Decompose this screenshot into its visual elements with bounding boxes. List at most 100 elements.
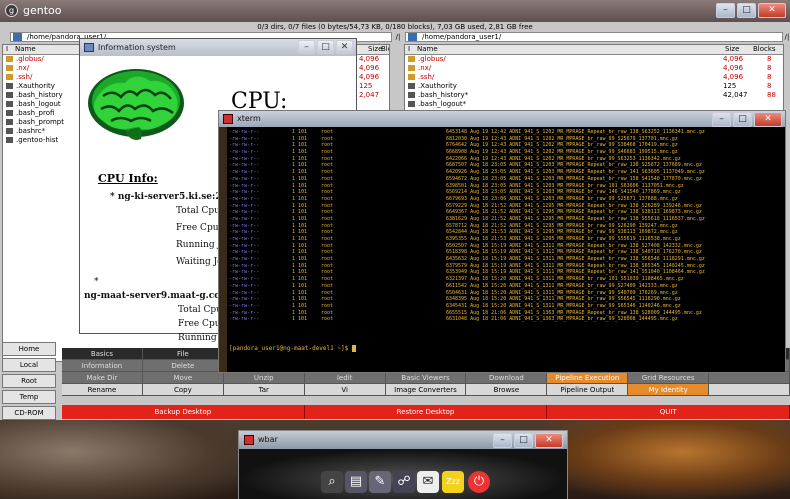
action-button[interactable]: Basics <box>62 348 143 360</box>
file-row[interactable]: .ssh/4,096 8 <box>405 73 783 82</box>
col-i[interactable]: I <box>6 45 8 54</box>
side-button-cdrom[interactable]: CD-ROM <box>2 406 56 420</box>
action-button[interactable]: Download <box>466 372 548 384</box>
terminal-field-pm: -rw-rw-r-- <box>229 175 260 182</box>
maximize-button[interactable]: □ <box>317 40 334 54</box>
maximize-button[interactable]: □ <box>737 3 756 18</box>
xterm-titlebar[interactable]: xterm – □ ✕ <box>219 111 785 127</box>
terminal-field-ow: root <box>321 276 334 283</box>
action-button[interactable]: Grid Resources <box>628 372 710 384</box>
terminal-field-ow: root <box>321 149 334 156</box>
terminal-line: -rw-rw-r-- 1 101 root 6422066 Aug 19 12:43 … <box>229 156 781 163</box>
server1-field: Waiting Jo <box>176 257 223 267</box>
terminal-field-rest: 6422066 Aug 19 12:43 ADNI_941_S_1202_MR_… <box>446 155 681 162</box>
col-size[interactable]: Size <box>725 45 739 54</box>
action-button[interactable]: Pipeline Execution <box>547 372 629 384</box>
terminal-field-rest: 6518398 Aug 18 15:19 ADNI_941_S_1311_MR_… <box>446 249 702 256</box>
sleep-icon[interactable]: Zzz <box>442 471 464 493</box>
action-button[interactable] <box>709 372 790 384</box>
maximize-button[interactable]: □ <box>514 433 533 448</box>
terminal-field-ln: 1 101 <box>292 289 308 296</box>
desktop-bar-button[interactable]: Restore Desktop <box>304 405 548 419</box>
folder-icon <box>408 56 415 62</box>
action-button[interactable]: Make Dir <box>62 372 143 384</box>
action-button[interactable]: Image Converters <box>385 384 467 396</box>
terminal-field-pm: -rw-rw-r-- <box>229 155 260 162</box>
col-name[interactable]: Name <box>417 45 438 54</box>
mail-icon[interactable]: ✉ <box>417 471 439 493</box>
file-size: 125 <box>359 82 373 90</box>
folder-icon <box>6 74 13 80</box>
terminal-field-pm: -rw-rw-r-- <box>229 309 260 316</box>
side-button-root[interactable]: Root <box>2 374 56 388</box>
editor-icon[interactable]: ✎ <box>369 471 391 493</box>
col-blocks[interactable]: Blocks <box>753 45 776 54</box>
close-button[interactable]: ✕ <box>758 3 786 18</box>
side-button-temp[interactable]: Temp <box>2 390 56 404</box>
info-titlebar[interactable]: Information system – □ ✕ <box>80 39 356 56</box>
action-button[interactable]: Copy <box>142 384 224 396</box>
file-row[interactable]: .bash_history* 42,047 88 <box>405 91 783 100</box>
terminal-line: -rw-rw-r-- 1 101 root 6435632 Aug 18 15:19 … <box>229 256 781 263</box>
action-button[interactable]: Basic Viewers <box>385 372 467 384</box>
side-button-local[interactable]: Local <box>2 358 56 372</box>
wbar-titlebar[interactable]: wbar – □ ✕ <box>239 431 567 449</box>
minimize-button[interactable]: – <box>298 40 315 54</box>
file-row[interactable]: .bash_logout* <box>405 100 783 109</box>
action-button[interactable]: Pipeline Output <box>547 384 629 396</box>
power-icon[interactable]: ⏻ <box>468 471 490 493</box>
file-row[interactable]: .globus/4,096 8 <box>405 55 783 64</box>
terminal-line: -rw-rw-r-- 1 101 root 6594672 Aug 18 23:05 … <box>229 176 781 183</box>
close-button[interactable]: ✕ <box>336 40 353 54</box>
action-button[interactable]: Delete <box>142 360 224 372</box>
col-i[interactable]: I <box>408 45 410 54</box>
terminal-field-ow: root <box>321 316 334 323</box>
file-row[interactable]: .nx/4,096 8 <box>405 64 783 73</box>
col-name[interactable]: Name <box>15 45 36 54</box>
minimize-button[interactable]: – <box>712 112 731 127</box>
terminal-field-ln: 1 101 <box>292 222 308 229</box>
side-button-home[interactable]: Home <box>2 342 56 356</box>
terminal-output[interactable]: -rw-rw-r-- 1 101 root 6453148 Aug 19 12:42 … <box>219 127 785 372</box>
minimize-button[interactable]: – <box>493 433 512 448</box>
action-button[interactable]: File <box>142 348 224 360</box>
desktop-bar-button[interactable]: Backup Desktop <box>62 405 305 419</box>
terminal-field-ow: root <box>321 256 334 263</box>
terminal-field-pm: -rw-rw-r-- <box>229 242 260 249</box>
col-blocks[interactable]: Blc <box>381 45 389 54</box>
action-button[interactable] <box>709 384 790 396</box>
terminal-field-ln: 1 101 <box>292 129 308 135</box>
terminal-field-ln: 1 101 <box>292 135 308 142</box>
terminal-field-pm: -rw-rw-r-- <box>229 202 260 209</box>
network-icon[interactable]: ☍ <box>393 471 415 493</box>
terminal-field-ln: 1 101 <box>292 296 308 303</box>
action-button[interactable]: Tar <box>223 384 305 396</box>
terminal-field-ow: root <box>321 142 334 149</box>
terminal-prompt[interactable]: [pandora_user1@ng-maat-devel1 ~]$ <box>229 345 356 352</box>
right-path-button[interactable]: /| <box>782 32 790 42</box>
gentoo-titlebar[interactable]: g gentoo – □ ✕ <box>0 0 790 22</box>
close-button[interactable]: ✕ <box>535 433 563 448</box>
terminal-field-ow: root <box>321 282 334 289</box>
action-button[interactable]: Rename <box>62 384 143 396</box>
action-button[interactable]: Unzip <box>223 372 305 384</box>
action-button[interactable]: My Identity <box>628 384 710 396</box>
action-button[interactable]: Vi <box>304 384 386 396</box>
action-button[interactable]: Information <box>62 360 143 372</box>
maximize-button[interactable]: □ <box>733 112 752 127</box>
terminal-icon[interactable]: ▤ <box>345 471 367 493</box>
terminal-line: -rw-rw-r-- 1 101 root 6668908 Aug 19 12:43 … <box>229 149 781 156</box>
desktop-bar-button[interactable]: QUIT <box>547 405 790 419</box>
right-path-field[interactable]: /home/pandora_user1/ <box>405 32 783 42</box>
info-window-controls: – □ ✕ <box>298 40 353 54</box>
action-button[interactable]: Move <box>142 372 224 384</box>
minimize-button[interactable]: – <box>716 3 735 18</box>
action-button[interactable]: Iedit <box>304 372 386 384</box>
close-button[interactable]: ✕ <box>754 112 782 127</box>
terminal-field-ln: 1 101 <box>292 256 308 263</box>
file-row[interactable]: .Xauthority 125 8 <box>405 82 783 91</box>
search-icon[interactable]: ⌕ <box>321 471 343 493</box>
action-button[interactable]: Browse <box>466 384 548 396</box>
file-size: 4,096 <box>723 55 744 63</box>
left-path-button[interactable]: /| <box>393 32 403 42</box>
